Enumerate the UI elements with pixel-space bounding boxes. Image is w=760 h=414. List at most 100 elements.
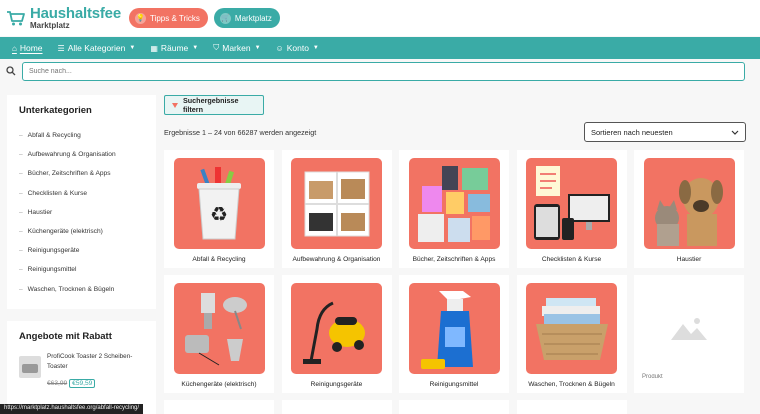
subcategory-link[interactable]: – Reinigungsmittel: [19, 260, 144, 279]
subcategories-panel: Unterkategorien – Abfall & Recycling – Auf…: [7, 95, 156, 309]
dash: –: [19, 189, 23, 197]
dash: –: [19, 132, 23, 140]
subcategory-link[interactable]: – Reinigungsgeräte: [19, 241, 144, 260]
category-card[interactable]: Bücher, Zeitschriften & Apps: [399, 150, 509, 268]
card-peek: [282, 400, 392, 414]
vacuum-icon: [291, 283, 382, 374]
sort-select[interactable]: Sortieren nach neuesten: [584, 122, 746, 142]
filter-results-button[interactable]: Suchergebnisse filtern: [164, 95, 264, 115]
tips-button[interactable]: 💡 Tipps & Tricks: [128, 8, 208, 28]
offers-panel: Angebote mit Rabatt ProfiCook Toaster 2 …: [7, 320, 156, 414]
category-card[interactable]: Reinigungsmittel: [399, 275, 509, 393]
main-nav: ⌂ Home ☰ Alle Kategorien ▼ ▦ Räume ▼ ⛉ M…: [0, 37, 760, 59]
nav-account-label: Konto: [286, 43, 309, 53]
category-label: Aufbewahrung & Organisation: [292, 256, 381, 263]
dash: –: [19, 170, 23, 178]
nav-account[interactable]: ☺ Konto ▼: [276, 43, 319, 53]
status-url-bar: https://marktplatz.haushaltsfee.org/abfa…: [0, 404, 144, 414]
filter-icon: [172, 102, 178, 108]
subcategory-label: Bücher, Zeitschriften & Apps: [27, 170, 111, 178]
category-label: Reinigungsmittel: [429, 381, 479, 388]
subcategory-link[interactable]: – Aufbewahrung & Organisation: [19, 145, 144, 164]
shelf-icon: [291, 158, 382, 249]
category-label: Küchengeräte (elektrisch): [181, 381, 257, 388]
subcategory-label: Checklisten & Kurse: [27, 189, 88, 197]
subcategory-link[interactable]: – Checklisten & Kurse: [19, 184, 144, 203]
nav-all-categories[interactable]: ☰ Alle Kategorien ▼: [58, 43, 136, 53]
marketplace-label: Marktplatz: [234, 13, 272, 23]
dash: –: [19, 247, 23, 255]
subcategory-link[interactable]: – Abfall & Recycling: [19, 126, 144, 145]
sidebar: Unterkategorien – Abfall & Recycling – Auf…: [7, 95, 156, 414]
subcategory-label: Reinigungsmittel: [27, 266, 77, 274]
nav-brands[interactable]: ⛉ Marken ▼: [213, 43, 260, 53]
nav-home-label: Home: [19, 43, 43, 53]
category-card[interactable]: Küchengeräte (elektrisch): [164, 275, 274, 393]
nav-brands-label: Marken: [222, 43, 251, 53]
category-label: Checklisten & Kurse: [541, 256, 602, 263]
dash: –: [19, 285, 23, 293]
dash: –: [19, 266, 23, 274]
laundry-basket-icon: [526, 283, 617, 374]
chevron-down-icon: [731, 130, 739, 135]
category-card[interactable]: Haustier: [634, 150, 744, 268]
category-card[interactable]: ♻ Abfall & Recycling: [164, 150, 274, 268]
subcategory-link[interactable]: – Küchengeräte (elektrisch): [19, 222, 144, 241]
filter-label: Suchergebnisse filtern: [183, 96, 239, 114]
brand-name: Haushaltsfee: [30, 5, 121, 22]
nav-all-categories-label: Alle Kategorien: [67, 43, 126, 53]
sale-price: €59,59: [69, 378, 96, 388]
kitchen-appliances-icon: [173, 283, 265, 374]
result-count: Ergebnisse 1 – 24 von 66287 werden angez…: [164, 127, 317, 137]
grid-icon: ▦: [150, 43, 158, 53]
category-card[interactable]: Waschen, Trocknen & Bügeln: [516, 275, 627, 393]
search-bar: [0, 61, 745, 81]
category-label: Waschen, Trocknen & Bügeln: [528, 381, 615, 388]
category-card[interactable]: Checklisten & Kurse: [516, 150, 627, 268]
subcategory-link[interactable]: – Haustier: [19, 203, 144, 222]
subcategory-label: Haustier: [27, 208, 53, 216]
logo[interactable]: Haushaltsfee Marktplatz: [6, 6, 121, 30]
subcategories-title: Unterkategorien: [19, 105, 92, 116]
product-card[interactable]: Produkt: [634, 275, 744, 393]
nav-home[interactable]: ⌂ Home: [12, 43, 43, 53]
brand-subtitle: Marktplatz: [30, 21, 70, 30]
offer-item[interactable]: ProfiCook Toaster 2 Scheiben-Toaster €63…: [19, 352, 144, 390]
recycle-bin-icon: ♻: [173, 158, 265, 249]
product-label: Produkt: [642, 374, 663, 380]
search-icon[interactable]: [0, 61, 22, 81]
main-content: Suchergebnisse filtern Ergebnisse 1 – 24…: [164, 95, 746, 393]
offers-title: Angebote mit Rabatt: [19, 330, 112, 342]
tips-label: Tipps & Tricks: [149, 13, 200, 23]
shield-icon: ⛉: [213, 43, 220, 52]
chevron-down-icon: ▼: [312, 45, 319, 51]
marketplace-button[interactable]: 🛒 Marktplatz: [213, 8, 280, 28]
subcategory-link[interactable]: – Bücher, Zeitschriften & Apps: [19, 164, 144, 183]
chevron-down-icon: ▼: [254, 45, 261, 51]
subcategory-label: Küchengeräte (elektrisch): [27, 228, 103, 236]
subcategory-label: Waschen, Trocknen & Bügeln: [27, 285, 115, 293]
pets-icon: [643, 158, 735, 249]
toaster-thumbnail: [19, 355, 41, 378]
chevron-down-icon: ▼: [129, 45, 136, 51]
lightbulb-icon: 💡: [134, 12, 146, 24]
books-icon: [408, 158, 500, 249]
category-grid: ♻ Abfall & Recycling Aufbewahrung & Orga…: [164, 150, 746, 393]
subcategory-label: Abfall & Recycling: [27, 132, 81, 140]
results-toolbar: Ergebnisse 1 – 24 von 66287 werden angez…: [164, 122, 746, 142]
category-card[interactable]: Reinigungsgeräte: [281, 275, 392, 393]
devices-icon: [526, 158, 617, 249]
category-label: Abfall & Recycling: [192, 256, 246, 263]
offer-name: ProfiCook Toaster 2 Scheiben-Toaster: [47, 352, 133, 370]
home-icon: ⌂: [12, 43, 17, 53]
search-input[interactable]: [22, 61, 745, 81]
image-placeholder-icon: [643, 283, 735, 374]
dash: –: [19, 151, 23, 159]
category-card[interactable]: Aufbewahrung & Organisation: [281, 150, 392, 268]
category-label: Haustier: [676, 256, 702, 263]
chevron-down-icon: ▼: [192, 45, 199, 51]
svg-text:♻: ♻: [210, 202, 228, 226]
nav-rooms[interactable]: ▦ Räume ▼: [150, 43, 198, 53]
subcategory-link[interactable]: – Waschen, Trocknen & Bügeln: [19, 280, 144, 299]
top-bar: Haushaltsfee Marktplatz 💡 Tipps & Tricks…: [0, 0, 760, 36]
